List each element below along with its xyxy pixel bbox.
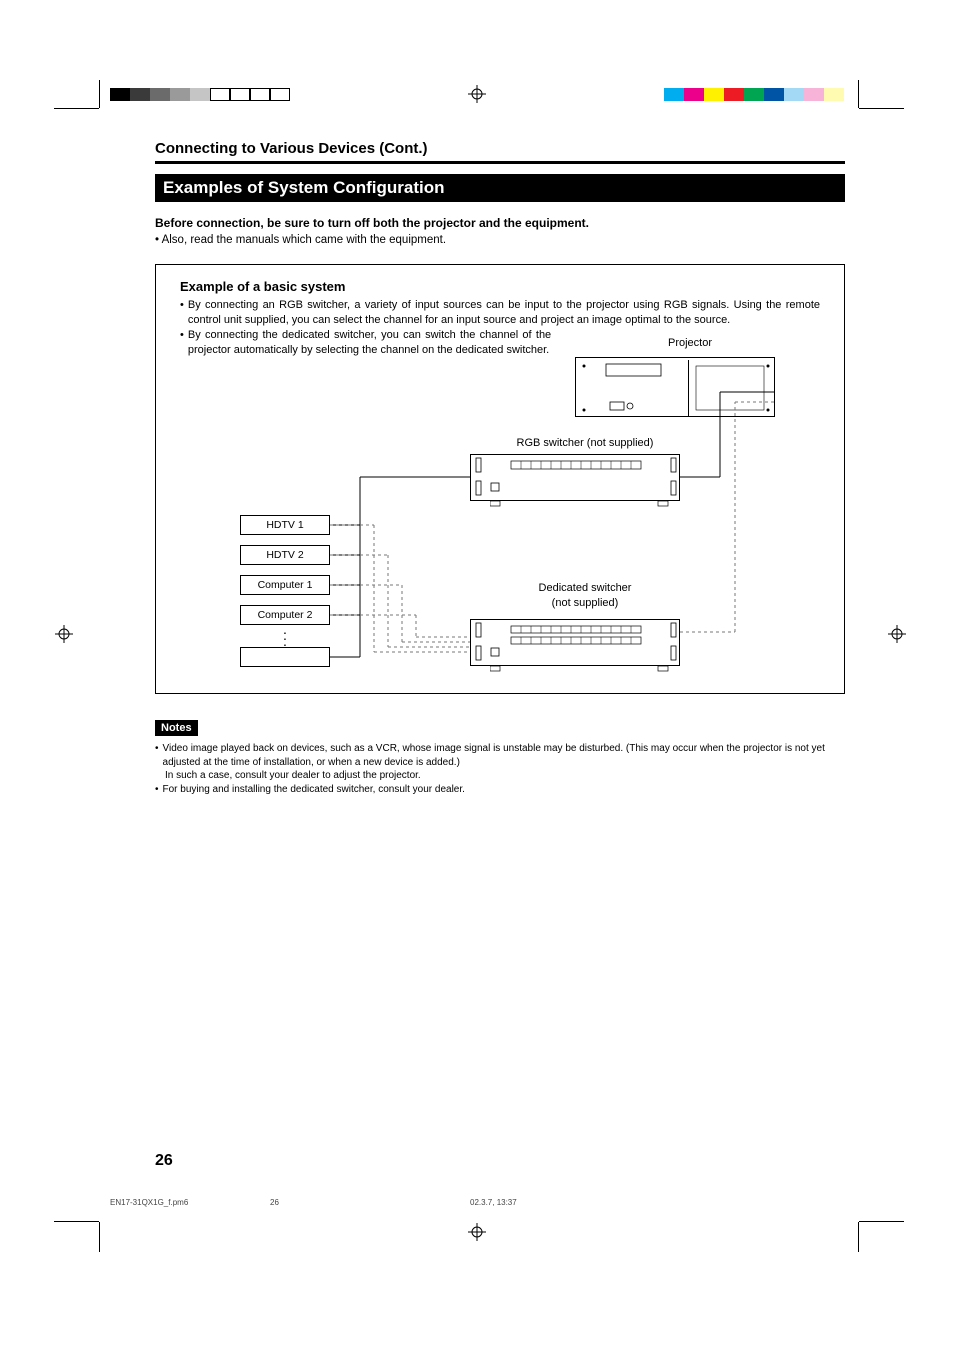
intro-line: • Also, read the manuals which came with… [155,234,845,246]
print-footer: EN17-31QX1G_f.pm6 26 02.3.7, 13:37 [110,1198,850,1207]
registration-mark-right [888,625,906,646]
projector-label: Projector [650,337,730,349]
wiring-icon [180,357,820,697]
note-item: •For buying and installing the dedicated… [155,783,845,797]
note-sub: In such a case, consult your dealer to a… [165,769,845,783]
footer-filename: EN17-31QX1G_f.pm6 [110,1198,270,1207]
registration-mark-bottom [468,1223,486,1244]
page-content: Connecting to Various Devices (Cont.) Ex… [155,140,845,796]
example-bullet-1: •By connecting an RGB switcher, a variet… [180,298,820,328]
page-number: 26 [155,1152,173,1170]
subsection-heading: Examples of System Configuration [155,174,845,202]
footer-datetime: 02.3.7, 13:37 [470,1198,850,1207]
section-title: Connecting to Various Devices (Cont.) [155,140,845,157]
intro-bold: Before connection, be sure to turn off b… [155,216,845,230]
example-box: Example of a basic system •By connecting… [155,264,845,694]
notes-badge: Notes [155,720,198,736]
registration-mark-top [468,85,486,106]
notes-section: Notes •Video image played back on device… [155,718,845,796]
example-title: Example of a basic system [180,279,820,294]
note-item: •Video image played back on devices, suc… [155,742,845,769]
system-diagram: Projector RGB switcher (not supplied) [180,357,820,697]
heading-rule [155,161,845,164]
registration-mark-left [55,625,73,646]
example-bullet-2: •By connecting the dedicated switcher, y… [180,328,551,358]
footer-page: 26 [270,1198,470,1207]
